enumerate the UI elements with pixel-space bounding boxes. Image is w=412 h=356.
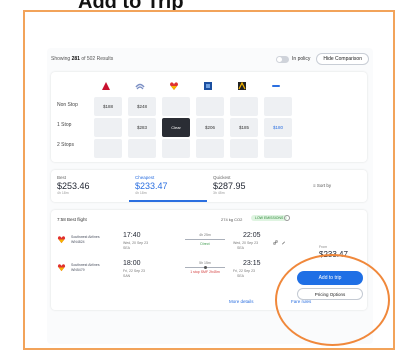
arrive-date: Wed, 20 Sep 23	[233, 241, 259, 245]
stops-label: 1 stop SMF 2h45m	[190, 270, 220, 274]
arrive-time: 23:15	[243, 260, 261, 267]
matrix-cell[interactable]	[230, 97, 258, 116]
matrix-cell[interactable]	[230, 139, 258, 158]
arrive-airport: SEA	[237, 274, 245, 278]
southwest-logo-icon	[57, 236, 66, 244]
depart-date: Fri, 22 Sep 23	[123, 269, 145, 273]
matrix-cell[interactable]	[264, 97, 292, 116]
matrix-cell[interactable]: $206	[196, 118, 224, 137]
flight-duration: 4h 25m	[199, 233, 211, 237]
highlight-oval	[275, 254, 390, 346]
row-label-2-stops: 2 Stops	[57, 142, 74, 148]
low-emissions-badge: LOW EMISSIONS	[251, 215, 288, 221]
sort-icon: ≡	[313, 183, 316, 188]
stop-dot	[204, 265, 207, 269]
arrive-date: Fri, 22 Sep 23	[233, 269, 255, 273]
sort-tabs: Best $253.46 4h 18m Cheapest $233.47 4h …	[51, 170, 367, 202]
depart-airport: SEA	[123, 246, 131, 250]
depart-airport: SAN	[123, 274, 131, 278]
matrix-cell[interactable]	[162, 97, 190, 116]
link-icon[interactable]	[273, 240, 278, 245]
edit-icon[interactable]	[281, 240, 286, 245]
route-line	[185, 239, 225, 240]
southwest-logo-icon[interactable]	[157, 80, 191, 92]
matrix-cell[interactable]	[162, 139, 190, 158]
matrix-cell-clear[interactable]: Clear	[162, 118, 190, 137]
matrix-cell[interactable]: $188	[94, 97, 122, 116]
outbound-leg: Southwest Airlines WN4824 17:40 Wed, 20 …	[51, 232, 301, 256]
more-details-link[interactable]: More details	[229, 299, 254, 304]
row-label-1-stop: 1 Stop	[57, 122, 72, 128]
tab-best[interactable]: Best $253.46 4h 18m	[51, 170, 129, 202]
depart-date: Wed, 20 Sep 23	[123, 241, 149, 245]
depart-time: 18:00	[123, 260, 141, 267]
sort-by-dropdown[interactable]: ≡ Sort by	[313, 183, 331, 188]
airline-logo-row	[89, 80, 293, 92]
matrix-cell[interactable]	[196, 97, 224, 116]
tab-cheapest[interactable]: Cheapest $233.47 4h 18m	[129, 170, 207, 202]
return-leg: Southwest Airlines WN5479 18:00 Fri, 22 …	[51, 260, 301, 284]
info-icon[interactable]	[284, 215, 290, 221]
southwest-logo-icon	[57, 264, 66, 272]
results-count: Showing 281 of 502 Results	[51, 56, 114, 62]
matrix-cell[interactable]	[196, 139, 224, 158]
depart-time: 17:40	[123, 232, 141, 239]
matrix-cell[interactable]: $180	[264, 118, 292, 137]
pricing-options-button[interactable]: Pricing Options	[297, 288, 363, 300]
airline-comparison-matrix: Non Stop 1 Stop 2 Stops $188 $248 $283 C…	[51, 72, 367, 162]
flight-duration: 5h 15m	[199, 261, 211, 265]
best-flight-label: 7:58 Best flight	[57, 217, 87, 222]
united-logo-icon[interactable]	[123, 80, 157, 92]
add-to-trip-button[interactable]: Add to trip	[297, 271, 363, 285]
multi-airline-logo-icon[interactable]	[225, 80, 259, 92]
matrix-cell[interactable]	[264, 139, 292, 158]
matrix-cell[interactable]	[94, 118, 122, 137]
alaska-logo-icon[interactable]	[191, 80, 225, 92]
matrix-cell[interactable]: $283	[128, 118, 156, 137]
arrive-airport: SEA	[237, 246, 245, 250]
hide-comparison-button[interactable]: Hide Comparison	[316, 53, 369, 65]
co2-value: 274 kg CO2	[221, 217, 243, 222]
in-policy-toggle[interactable]	[276, 55, 290, 63]
price-from-label: From	[319, 245, 328, 249]
matrix-cell[interactable]: $248	[128, 97, 156, 116]
row-label-non-stop: Non Stop	[57, 102, 78, 108]
arrive-time: 22:05	[243, 232, 261, 239]
stops-label: Direct	[200, 242, 210, 246]
matrix-cell[interactable]	[94, 139, 122, 158]
spirit-logo-icon[interactable]	[259, 80, 293, 92]
in-policy-label: In policy	[292, 56, 311, 62]
results-toolbar: Showing 281 of 502 Results In policy Hid…	[51, 52, 369, 66]
matrix-cell[interactable]: $185	[230, 118, 258, 137]
tab-quickest[interactable]: Quickest $287.95 3h 45m	[207, 170, 285, 202]
delta-logo-icon[interactable]	[89, 80, 123, 92]
matrix-cell[interactable]	[128, 139, 156, 158]
